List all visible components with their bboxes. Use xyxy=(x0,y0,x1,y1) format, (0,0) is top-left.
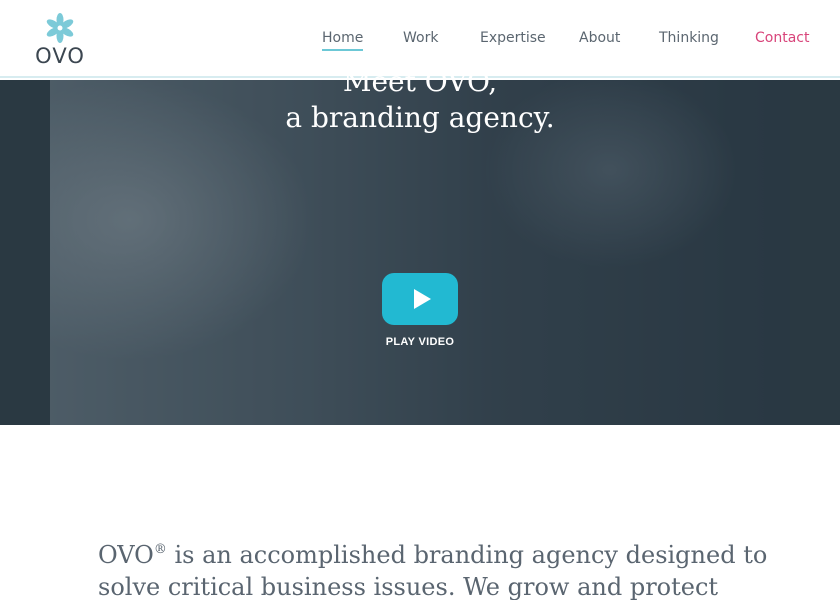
nav-expertise[interactable]: Expertise xyxy=(480,30,546,49)
main-nav: Home Work Expertise About Thinking Conta… xyxy=(0,30,840,54)
intro-line1: is an accomplished branding agency desig… xyxy=(166,541,768,569)
intro-text: OVO® is an accomplished branding agency … xyxy=(98,534,778,600)
registered-mark: ® xyxy=(153,542,167,557)
nav-work[interactable]: Work xyxy=(403,30,438,49)
play-video-label[interactable]: PLAY VIDEO xyxy=(370,336,470,348)
hero-title: Meet OVO, a branding agency. xyxy=(0,64,840,136)
intro-brand: OVO xyxy=(98,541,154,569)
play-icon xyxy=(414,289,431,309)
play-video-button[interactable] xyxy=(382,273,458,325)
hero-title-line2: a branding agency. xyxy=(285,101,555,134)
nav-thinking[interactable]: Thinking xyxy=(659,30,719,49)
nav-home[interactable]: Home xyxy=(322,30,364,51)
nav-about[interactable]: About xyxy=(579,30,620,49)
hero-title-line1: Meet OVO, xyxy=(342,65,498,98)
nav-contact[interactable]: Contact xyxy=(755,30,809,49)
intro-line2: solve critical business issues. We grow … xyxy=(98,573,719,600)
